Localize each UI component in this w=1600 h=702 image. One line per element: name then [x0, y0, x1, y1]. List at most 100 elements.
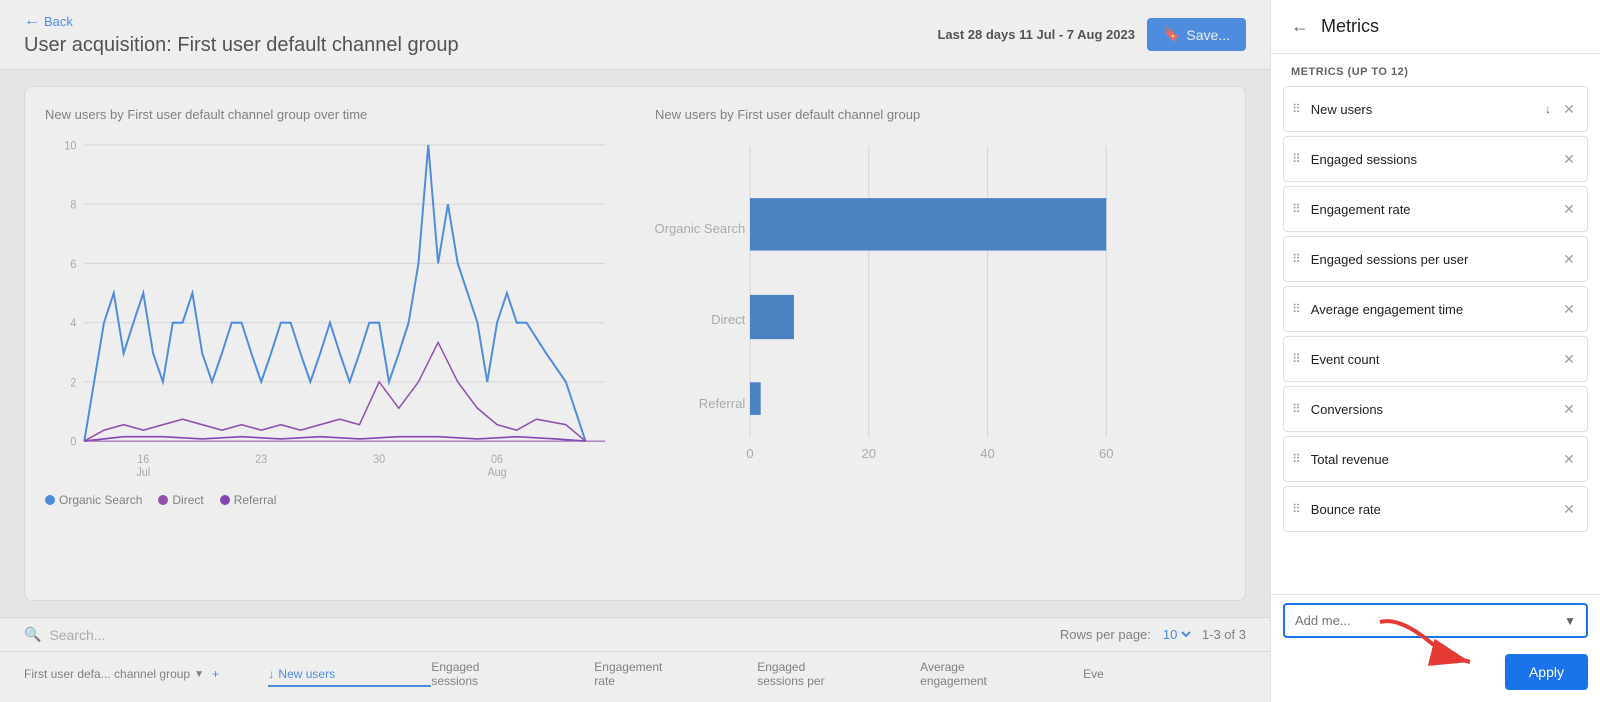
- metric-item-new-users[interactable]: ⠿ New users ↓ ✕: [1283, 86, 1588, 132]
- add-metric-input[interactable]: [1295, 613, 1564, 628]
- svg-text:30: 30: [373, 454, 385, 467]
- col-header-new-users[interactable]: ↓ New users: [268, 667, 431, 687]
- column-headers: First user defa... channel group ▼ + ↓ N…: [0, 651, 1270, 702]
- metric-item-engaged-sessions-per-user[interactable]: ⠿ Engaged sessions per user ✕: [1283, 236, 1588, 282]
- date-range: Last 28 days 11 Jul - 7 Aug 2023: [937, 27, 1135, 42]
- col-header-avg-engagement-label: Averageengagement: [920, 660, 987, 688]
- search-area: 🔍 Search...: [24, 626, 105, 643]
- header: ← Back User acquisition: First user defa…: [0, 0, 1270, 70]
- legend-dot-direct: [158, 495, 168, 505]
- save-label: Save...: [1186, 27, 1230, 43]
- panel-title: Metrics: [1321, 16, 1379, 37]
- back-button[interactable]: ← Back: [24, 12, 459, 30]
- col-add-icon[interactable]: +: [212, 667, 219, 681]
- svg-text:2: 2: [70, 377, 76, 390]
- metric-item-event-count[interactable]: ⠿ Event count ✕: [1283, 336, 1588, 382]
- remove-metric-avg-engagement-time[interactable]: ✕: [1559, 299, 1579, 319]
- metric-name-bounce-rate: Bounce rate: [1311, 502, 1559, 517]
- col-header-channel[interactable]: First user defa... channel group ▼ +: [24, 667, 268, 687]
- svg-text:8: 8: [70, 199, 76, 212]
- legend-dot-referral: [220, 495, 230, 505]
- metrics-panel: ← Metrics METRICS (UP TO 12) ⠿ New users…: [1270, 0, 1600, 702]
- col-header-avg-engagement[interactable]: Averageengagement: [920, 660, 1083, 694]
- remove-metric-engaged-sessions-per-user[interactable]: ✕: [1559, 249, 1579, 269]
- metric-name-total-revenue: Total revenue: [1311, 452, 1559, 467]
- svg-text:0: 0: [70, 436, 76, 449]
- dropdown-arrow-icon: ▼: [1564, 614, 1576, 628]
- col-sort-down-icon: ↓: [268, 667, 274, 681]
- bar-direct: [750, 295, 794, 339]
- remove-metric-new-users[interactable]: ✕: [1559, 99, 1579, 119]
- svg-text:Direct: Direct: [711, 312, 746, 327]
- bar-chart-area: New users by First user default channel …: [655, 107, 1225, 507]
- col-header-engaged-sessions-per-label: Engagedsessions per: [757, 660, 824, 688]
- rows-per-page-label: Rows per page:: [1060, 627, 1151, 642]
- apply-label: Apply: [1529, 664, 1564, 680]
- svg-text:10: 10: [64, 140, 76, 153]
- remove-metric-bounce-rate[interactable]: ✕: [1559, 499, 1579, 519]
- rows-per-page-select[interactable]: 10 25 50: [1159, 626, 1194, 643]
- metric-item-engaged-sessions[interactable]: ⠿ Engaged sessions ✕: [1283, 136, 1588, 182]
- sort-down-icon: ↓: [1545, 102, 1551, 116]
- svg-text:Aug: Aug: [487, 467, 506, 480]
- legend-item-referral: Referral: [220, 493, 277, 507]
- metric-name-conversions: Conversions: [1311, 402, 1559, 417]
- col-header-eve[interactable]: Eve: [1083, 667, 1246, 687]
- remove-metric-total-revenue[interactable]: ✕: [1559, 449, 1579, 469]
- metric-item-avg-engagement-time[interactable]: ⠿ Average engagement time ✕: [1283, 286, 1588, 332]
- col-header-channel-label: First user defa... channel group: [24, 667, 190, 681]
- col-header-engaged-sessions-per[interactable]: Engagedsessions per: [757, 660, 920, 694]
- apply-btn-area: Apply: [1271, 646, 1600, 702]
- bar-organic: [750, 198, 1106, 250]
- rows-per-page: Rows per page: 10 25 50 1-3 of 3: [1060, 626, 1246, 643]
- line-chart-svg: 10 8 6 4 2 0 16 Jul 23 30 06 Aug: [45, 134, 615, 485]
- metric-name-event-count: Event count: [1311, 352, 1559, 367]
- date-range-value: 11 Jul - 7 Aug 2023: [1019, 27, 1135, 42]
- metric-item-bounce-rate[interactable]: ⠿ Bounce rate ✕: [1283, 486, 1588, 532]
- chart-legend: Organic Search Direct Referral: [45, 493, 615, 507]
- date-label: Last 28 days: [937, 27, 1015, 42]
- drag-handle-icon: ⠿: [1292, 253, 1301, 265]
- drag-handle-icon: ⠿: [1292, 453, 1301, 465]
- save-button[interactable]: 🔖 Save...: [1147, 18, 1246, 51]
- col-header-engagement-rate[interactable]: Engagementrate: [594, 660, 757, 694]
- drag-handle-icon: ⠿: [1292, 203, 1301, 215]
- panel-back-button[interactable]: ←: [1291, 16, 1309, 37]
- search-placeholder: Search...: [49, 627, 105, 643]
- metrics-list: ⠿ New users ↓ ✕ ⠿ Engaged sessions ✕ ⠿ E…: [1271, 86, 1600, 594]
- line-chart-title: New users by First user default channel …: [45, 107, 615, 122]
- drag-handle-icon: ⠿: [1292, 353, 1301, 365]
- remove-metric-engaged-sessions[interactable]: ✕: [1559, 149, 1579, 169]
- col-header-engaged-sessions[interactable]: Engagedsessions: [431, 660, 594, 694]
- header-right: Last 28 days 11 Jul - 7 Aug 2023 🔖 Save.…: [937, 18, 1246, 51]
- col-sort-icon-channel: ▼: [194, 669, 204, 680]
- apply-button[interactable]: Apply: [1505, 654, 1588, 690]
- legend-item-direct: Direct: [158, 493, 203, 507]
- svg-text:20: 20: [861, 446, 876, 461]
- svg-text:16: 16: [137, 454, 149, 467]
- drag-handle-icon: ⠿: [1292, 403, 1301, 415]
- svg-text:Organic Search: Organic Search: [655, 221, 745, 236]
- drag-handle-icon: ⠿: [1292, 503, 1301, 515]
- add-metric-area: ▼: [1271, 594, 1600, 646]
- bar-referral: [750, 382, 761, 415]
- metric-item-conversions[interactable]: ⠿ Conversions ✕: [1283, 386, 1588, 432]
- remove-metric-engagement-rate[interactable]: ✕: [1559, 199, 1579, 219]
- metric-item-total-revenue[interactable]: ⠿ Total revenue ✕: [1283, 436, 1588, 482]
- metric-item-engagement-rate[interactable]: ⠿ Engagement rate ✕: [1283, 186, 1588, 232]
- add-metric-input-wrapper[interactable]: ▼: [1283, 603, 1588, 638]
- svg-text:Referral: Referral: [699, 396, 746, 411]
- metrics-section-label: METRICS (UP TO 12): [1271, 54, 1600, 86]
- bottom-bar: 🔍 Search... Rows per page: 10 25 50 1-3 …: [0, 617, 1270, 651]
- page-title: User acquisition: First user default cha…: [24, 34, 459, 57]
- metric-name-engaged-sessions: Engaged sessions: [1311, 152, 1559, 167]
- col-header-new-users-label: New users: [278, 667, 335, 681]
- remove-metric-conversions[interactable]: ✕: [1559, 399, 1579, 419]
- bar-chart-title: New users by First user default channel …: [655, 107, 1225, 122]
- svg-text:06: 06: [491, 454, 503, 467]
- back-arrow-icon: ←: [24, 12, 40, 30]
- metric-name-engagement-rate: Engagement rate: [1311, 202, 1559, 217]
- svg-text:23: 23: [255, 454, 267, 467]
- legend-label-direct: Direct: [172, 493, 203, 507]
- remove-metric-event-count[interactable]: ✕: [1559, 349, 1579, 369]
